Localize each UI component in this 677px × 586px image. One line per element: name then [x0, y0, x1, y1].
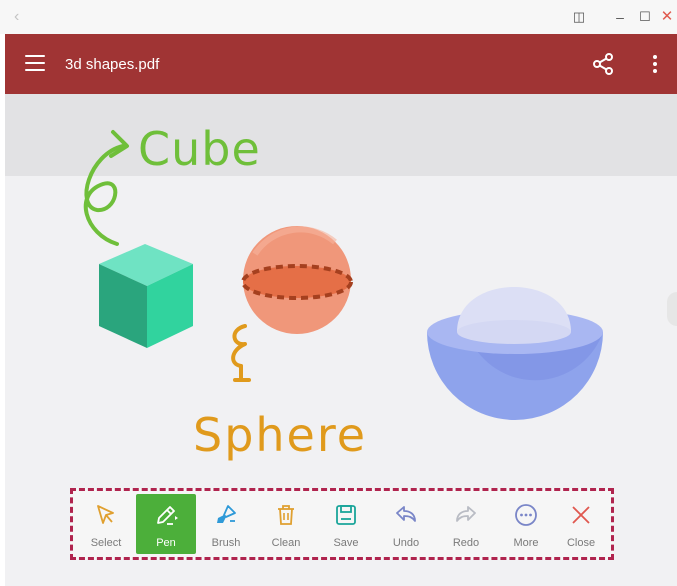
- sphere-shape: [241, 226, 353, 334]
- clean-tool-button[interactable]: Clean: [256, 494, 316, 554]
- close-window-button[interactable]: ✕: [658, 8, 676, 26]
- brush-icon: [217, 505, 236, 523]
- cursor-arrow-icon: [97, 505, 114, 524]
- window-titlebar: ‹ ◫ – ☐ ✕: [0, 0, 677, 34]
- redo-tool-label: Redo: [452, 537, 480, 549]
- maximize-button[interactable]: ☐: [636, 8, 654, 26]
- hamburger-menu-icon[interactable]: [25, 55, 45, 72]
- sphere-annotation: Sphere: [193, 408, 368, 462]
- select-tool-label: Select: [90, 537, 122, 549]
- more-tool-button[interactable]: More: [496, 494, 556, 554]
- close-tool-label: Close: [566, 537, 596, 549]
- close-tool-button[interactable]: Close: [551, 494, 611, 554]
- save-icon: [336, 505, 356, 525]
- brush-tool-label: Brush: [211, 537, 241, 549]
- app-bar: 3d shapes.pdf: [5, 34, 677, 94]
- split-view-icon[interactable]: ◫: [570, 8, 588, 26]
- share-icon[interactable]: [591, 52, 615, 76]
- undo-tool-button[interactable]: Undo: [376, 494, 436, 554]
- cube-shape: [99, 244, 193, 348]
- bowl-shape: [427, 287, 603, 420]
- chevron-left-icon[interactable]: ‹: [14, 8, 30, 26]
- minimize-button[interactable]: –: [611, 8, 629, 26]
- sphere-arrow-stroke: [231, 324, 251, 382]
- cube-arrow-stroke: [83, 130, 129, 246]
- select-tool-button[interactable]: Select: [76, 494, 136, 554]
- clean-tool-label: Clean: [271, 537, 301, 549]
- drawing-toolbar: Select Pen Brush Clean Save Undo Redo Mo…: [70, 488, 614, 560]
- pen-icon: [157, 506, 178, 525]
- side-scroll-handle[interactable]: [667, 292, 677, 326]
- undo-tool-label: Undo: [392, 537, 420, 549]
- undo-icon: [396, 506, 416, 522]
- document-title: 3d shapes.pdf: [65, 56, 160, 73]
- pen-tool-label: Pen: [156, 537, 176, 549]
- save-tool-button[interactable]: Save: [316, 494, 376, 554]
- more-dots-icon: [515, 504, 537, 526]
- cube-annotation: Cube: [138, 122, 261, 176]
- pen-tool-button[interactable]: Pen: [136, 494, 196, 554]
- redo-tool-button[interactable]: Redo: [436, 494, 496, 554]
- kebab-menu-icon[interactable]: [647, 52, 663, 76]
- save-tool-label: Save: [333, 537, 359, 549]
- more-tool-label: More: [513, 537, 539, 549]
- redo-icon: [456, 506, 476, 522]
- brush-tool-button[interactable]: Brush: [196, 494, 256, 554]
- trash-icon: [278, 505, 294, 525]
- close-icon: [572, 506, 590, 524]
